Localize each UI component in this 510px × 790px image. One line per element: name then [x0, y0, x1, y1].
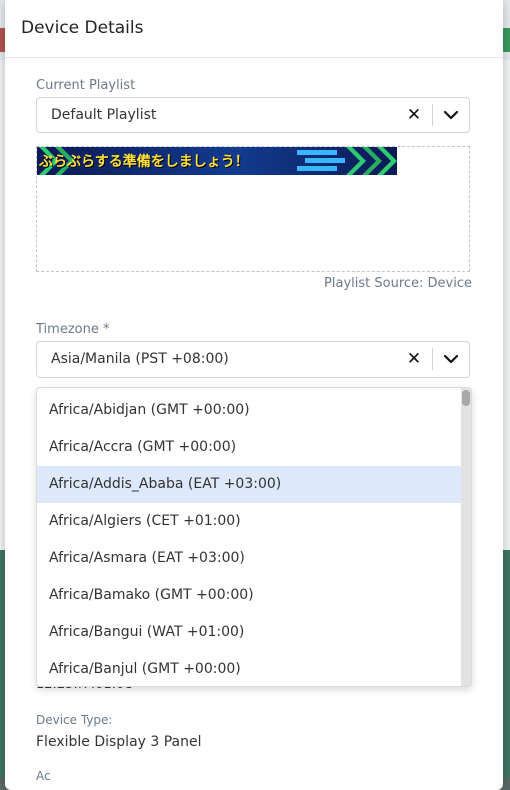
timezone-value: Asia/Manila (PST +08:00)	[51, 351, 229, 367]
timezone-option[interactable]: Africa/Banjul (GMT +00:00)	[37, 651, 461, 686]
device-type-value: Flexible Display 3 Panel	[36, 734, 202, 750]
banner-text: ぶらぶらする準備をしましょう！	[39, 154, 249, 170]
timezone-option[interactable]: Africa/Asmara (EAT +03:00)	[37, 540, 461, 577]
background-green-accent	[502, 28, 510, 52]
timezone-option[interactable]: Africa/Accra (GMT +00:00)	[37, 429, 461, 466]
playlist-source-text: Playlist Source: Device	[324, 276, 472, 291]
current-playlist-value: Default Playlist	[51, 107, 157, 123]
timezone-option[interactable]: Africa/Algiers (CET +01:00)	[37, 503, 461, 540]
clear-timezone-icon[interactable]: ✕	[405, 350, 423, 368]
timezone-option-highlighted[interactable]: Africa/Addis_Ababa (EAT +03:00)	[37, 466, 461, 503]
next-field-label: Ac	[36, 769, 51, 783]
chevron-down-icon[interactable]	[441, 350, 461, 368]
device-details-modal: Device Details Current Playlist Default …	[5, 0, 503, 790]
modal-title: Device Details	[5, 0, 503, 58]
select-separator	[432, 348, 433, 370]
timezone-label: Timezone *	[36, 322, 110, 337]
scrollbar-thumb[interactable]	[462, 390, 470, 406]
chevron-down-icon[interactable]	[441, 106, 461, 124]
current-playlist-label: Current Playlist	[36, 78, 136, 93]
timezone-option[interactable]: Africa/Bamako (GMT +00:00)	[37, 577, 461, 614]
playlist-banner-image: ぶらぶらする準備をしましょう！	[37, 147, 397, 175]
timezone-dropdown-list[interactable]: Africa/Abidjan (GMT +00:00) Africa/Accra…	[36, 387, 472, 687]
current-playlist-select[interactable]: Default Playlist ✕	[36, 97, 470, 133]
select-separator	[432, 104, 433, 126]
device-type-label: Device Type:	[36, 713, 113, 727]
timezone-option[interactable]: Africa/Abidjan (GMT +00:00)	[37, 392, 461, 429]
dropdown-scrollbar[interactable]	[461, 388, 471, 686]
timezone-select[interactable]: Asia/Manila (PST +08:00) ✕	[36, 341, 470, 378]
playlist-preview: ぶらぶらする準備をしましょう！	[36, 146, 470, 272]
timezone-option[interactable]: Africa/Bangui (WAT +01:00)	[37, 614, 461, 651]
clear-playlist-icon[interactable]: ✕	[405, 106, 423, 124]
